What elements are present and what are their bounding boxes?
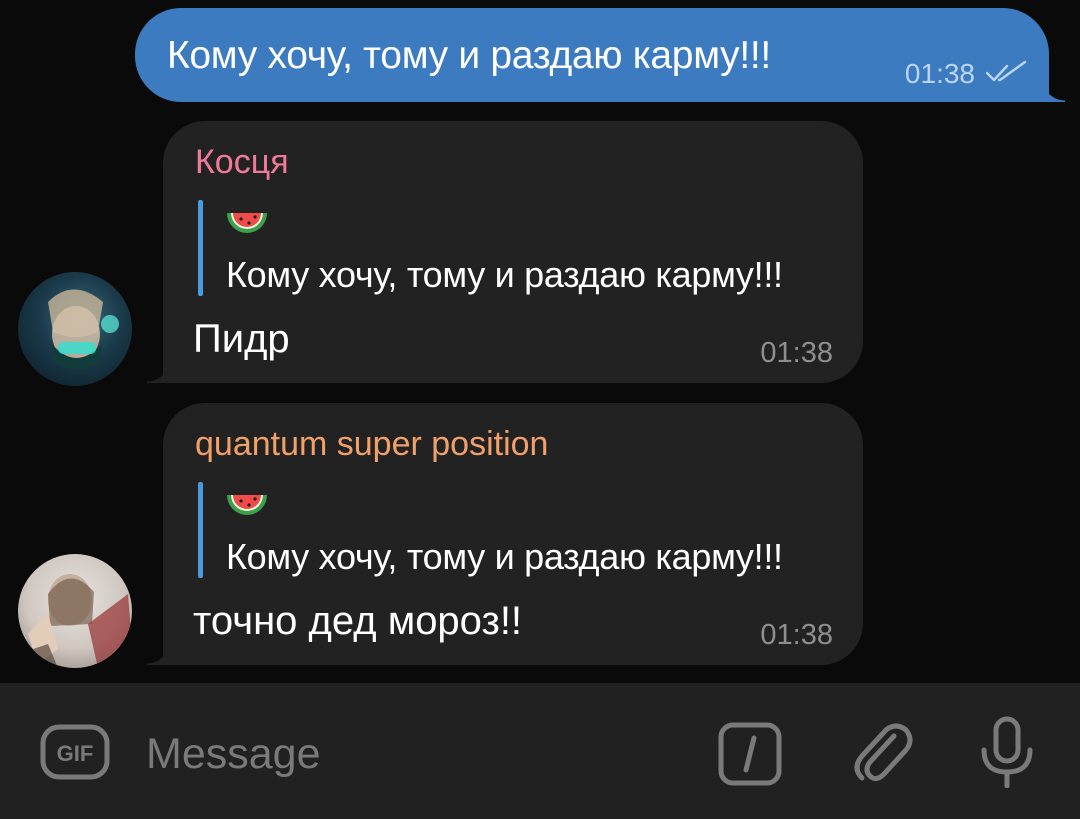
message-input[interactable]: Message <box>146 730 320 779</box>
incoming-message[interactable]: Косця Кому хочу, тому и раздаю карму!!! … <box>147 121 863 383</box>
reply-bar <box>198 482 203 578</box>
bot-commands-icon[interactable] <box>718 722 782 786</box>
message-time: 01:38 <box>760 337 833 369</box>
message-text: Пидр <box>193 317 290 361</box>
avatar[interactable] <box>18 272 132 386</box>
avatar[interactable] <box>18 554 132 668</box>
avatar-image <box>18 574 132 668</box>
message-time: 01:38 <box>904 58 975 89</box>
reply-text: Кому хочу, тому и раздаю карму!!! <box>226 536 783 577</box>
watermelon-icon <box>227 495 267 515</box>
sender-name[interactable]: Косця <box>195 143 289 182</box>
reply-text: Кому хочу, тому и раздаю карму!!! <box>226 254 783 295</box>
sender-name[interactable]: quantum super position <box>195 425 548 464</box>
message-time: 01:38 <box>760 619 833 651</box>
watermelon-icon <box>227 213 267 233</box>
gif-icon[interactable]: GIF <box>40 724 110 780</box>
gif-label: GIF <box>57 741 94 766</box>
outgoing-message[interactable]: Кому хочу, тому и раздаю карму!!! 01:38 <box>135 8 1065 102</box>
microphone-icon[interactable] <box>978 716 1036 788</box>
message-text: Кому хочу, тому и раздаю карму!!! <box>167 34 771 77</box>
paperclip-icon[interactable] <box>850 718 916 786</box>
message-text: точно дед мороз!! <box>193 599 523 643</box>
incoming-message[interactable]: quantum super position Кому хочу, тому и… <box>147 403 863 665</box>
chat-area: Кому хочу, тому и раздаю карму!!! 01:38 … <box>0 0 1080 683</box>
reply-bar <box>198 200 203 296</box>
double-check-icon <box>985 60 1027 82</box>
avatar-image <box>48 289 119 369</box>
